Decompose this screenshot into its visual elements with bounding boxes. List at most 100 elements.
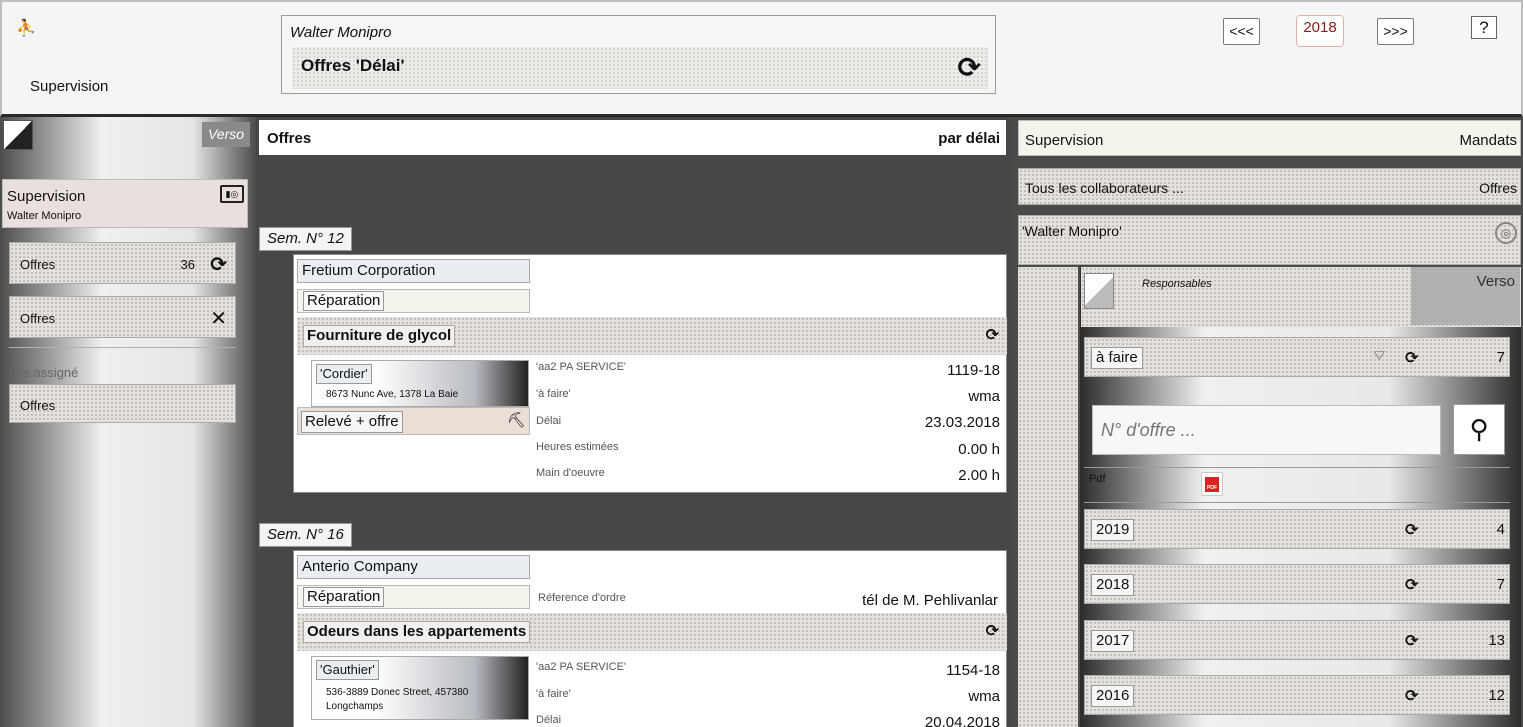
subject-bar[interactable]: Fourniture de glycol ⟳	[297, 317, 1007, 355]
field-label: Main d'oeuvre	[536, 467, 605, 479]
year-label: 2018	[1091, 574, 1135, 596]
field-value: 1154-18	[946, 662, 1000, 679]
target-icon[interactable]: ◎	[1495, 222, 1517, 244]
sort-mode-label[interactable]: par délai	[938, 130, 1000, 147]
offres-label: Offres	[1479, 180, 1517, 196]
app-logo-icon[interactable]: ⛹	[16, 18, 36, 38]
field-label: 'à faire'	[536, 688, 571, 700]
help-button[interactable]: ?	[1471, 16, 1497, 39]
divider	[9, 347, 236, 348]
field-label: Délai	[536, 714, 562, 726]
center-header: Offres par délai	[259, 120, 1006, 155]
year-row-2016[interactable]: 2016 ⟳ 12	[1084, 675, 1510, 715]
center-header-title: Offres	[267, 130, 312, 147]
year-badge[interactable]: 2018	[1296, 15, 1344, 47]
title-bar: Offres 'Délai' ⟳	[292, 47, 989, 89]
user-card[interactable]: Supervision Walter Monipro ▮◎	[2, 179, 248, 228]
order-ref-label: Réference d'ordre	[538, 592, 626, 604]
year-count: 13	[1488, 632, 1505, 649]
field-value: 23.03.2018	[924, 414, 1000, 431]
year-row-2019[interactable]: 2019 ⟳ 4	[1084, 509, 1510, 549]
divider	[1084, 502, 1510, 503]
field-label: 'à faire'	[536, 388, 571, 400]
offer-card[interactable]: Fretium Corporation Réparation Fournitur…	[293, 254, 1007, 493]
title-box: Walter Monipro Offres 'Délai' ⟳	[281, 15, 996, 94]
refresh-icon[interactable]: ⟳	[958, 51, 981, 84]
filter-icon[interactable]: ⛛	[1373, 348, 1386, 365]
offer-card[interactable]: Anterio Company Réparation Réference d'o…	[293, 550, 1007, 727]
offer-number-search-input[interactable]	[1092, 405, 1441, 455]
left-item-offres-open[interactable]: Offres 36 ⟳	[9, 242, 236, 284]
field-label: Délai	[536, 415, 562, 427]
order-ref-value: tél de M. Pehlivanlar	[862, 592, 998, 609]
refresh-icon[interactable]: ⟳	[1405, 348, 1418, 368]
left-item-label: Offres	[20, 398, 56, 413]
dashboard-icon[interactable]: ▮◎	[220, 185, 244, 203]
user-card-title: Supervision	[7, 188, 86, 205]
close-icon[interactable]: ✕	[210, 306, 227, 331]
verso-button[interactable]: Verso	[202, 122, 250, 147]
page-fold-icon[interactable]	[1084, 273, 1114, 309]
refresh-icon[interactable]: ⟳	[986, 621, 999, 641]
todo-count: 7	[1496, 349, 1505, 366]
left-panel: Verso Supervision Walter Monipro ▮◎ Offr…	[0, 117, 256, 727]
next-year-button[interactable]: >>>	[1377, 18, 1414, 45]
right-side-strip	[1018, 267, 1078, 727]
refresh-icon[interactable]: ⟳	[1405, 631, 1418, 651]
search-icon: ⚲	[1469, 414, 1489, 444]
worker-icon: ⛏	[506, 412, 526, 429]
refresh-icon[interactable]: ⟳	[986, 325, 999, 345]
user-filter[interactable]: 'Walter Monipro' ◎	[1018, 215, 1521, 265]
type-badge: Réparation	[303, 587, 385, 607]
right-header: Supervision Mandats	[1018, 120, 1521, 156]
field-value: 0.00 h	[958, 441, 1000, 458]
center-panel: Offres par délai Sem. N° 12 Fretium Corp…	[256, 117, 1012, 727]
refresh-icon[interactable]: ⟳	[1405, 575, 1418, 595]
left-item-label: Offres	[20, 311, 56, 326]
left-item-offres-closed[interactable]: Offres ✕	[9, 296, 236, 338]
refresh-icon[interactable]: ⟳	[210, 252, 227, 277]
year-row-2017[interactable]: 2017 ⟳ 13	[1084, 620, 1510, 660]
company-name[interactable]: Fretium Corporation	[297, 259, 530, 283]
subject-title: Odeurs dans les appartements	[303, 621, 531, 643]
field-value: 1119-18	[947, 362, 1000, 379]
left-item-label: Offres	[20, 257, 56, 272]
subject-title: Fourniture de glycol	[303, 325, 456, 347]
contact-name: 'Gauthier'	[316, 660, 379, 680]
collaborators-label: Tous les collaborateurs ...	[1025, 180, 1184, 196]
search-button[interactable]: ⚲	[1453, 404, 1505, 455]
contact-block[interactable]: 'Gauthier' 536-3889 Donec Street, 457380…	[311, 656, 529, 720]
prev-year-button[interactable]: <<<	[1223, 18, 1260, 45]
todo-row[interactable]: à faire ⛛ ⟳ 7	[1084, 337, 1510, 377]
refresh-icon[interactable]: ⟳	[1405, 686, 1418, 706]
user-filter-label: 'Walter Monipro'	[1022, 223, 1122, 239]
type-row: Réparation	[297, 585, 530, 609]
field-label: 'aa2 PA SERVICE'	[536, 661, 627, 673]
mandats-link[interactable]: Mandats	[1459, 132, 1517, 149]
task-row[interactable]: Relevé + offre ⛏	[297, 407, 530, 435]
year-label: 2017	[1091, 630, 1135, 652]
year-row-2018[interactable]: 2018 ⟳ 7	[1084, 564, 1510, 604]
left-item-count: 36	[180, 257, 195, 272]
contact-name: 'Cordier'	[316, 364, 372, 384]
year-label: 2019	[1091, 519, 1135, 541]
task-label: Relevé + offre	[301, 411, 403, 433]
company-name[interactable]: Anterio Company	[297, 555, 530, 579]
type-badge: Réparation	[303, 291, 385, 311]
year-count: 12	[1488, 687, 1505, 704]
verso-button[interactable]: Verso	[1411, 267, 1520, 325]
week-label: Sem. N° 12	[259, 227, 352, 251]
collaborators-filter[interactable]: Tous les collaborateurs ... Offres	[1018, 168, 1521, 205]
pdf-icon[interactable]: PDF	[1201, 472, 1223, 496]
responsables-bar: Responsables Verso	[1081, 267, 1521, 327]
divider	[1084, 467, 1510, 468]
contact-block[interactable]: 'Cordier' 8673 Nunc Ave, 1378 La Baie	[311, 360, 529, 407]
field-value: wma	[968, 688, 1000, 705]
left-item-offres-unassigned[interactable]: Offres	[9, 384, 236, 423]
field-value: 2.00 h	[958, 467, 1000, 484]
unassigned-label: pas assigné	[9, 365, 79, 380]
page-fold-icon[interactable]	[3, 120, 33, 150]
subject-bar[interactable]: Odeurs dans les appartements ⟳	[297, 613, 1007, 651]
user-card-subtitle: Walter Monipro	[7, 210, 82, 222]
refresh-icon[interactable]: ⟳	[1405, 520, 1418, 540]
